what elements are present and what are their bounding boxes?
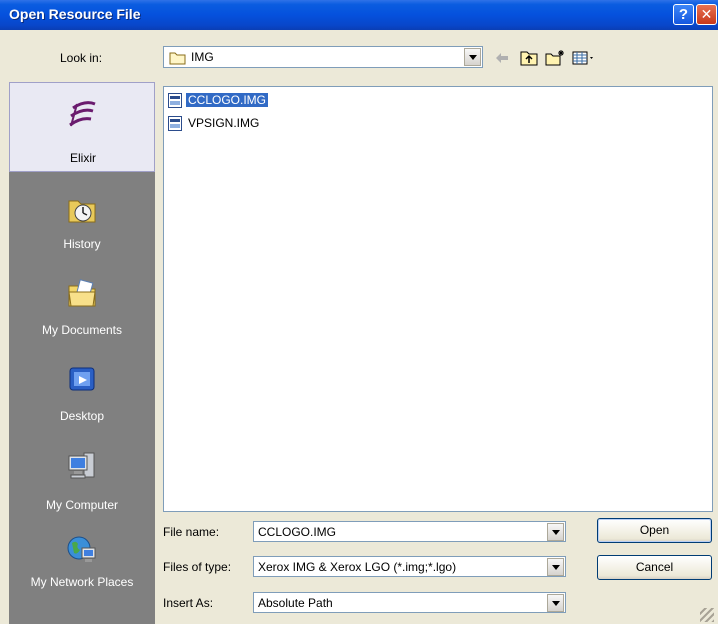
place-my-network-places[interactable]: My Network Places — [9, 528, 155, 618]
place-label: Desktop — [59, 409, 105, 423]
place-desktop[interactable]: Desktop — [9, 354, 155, 444]
history-icon — [68, 200, 96, 223]
back-arrow-icon[interactable] — [494, 50, 510, 66]
place-label: History — [63, 237, 101, 251]
dropdown-arrow-icon[interactable] — [464, 48, 481, 66]
file-name-value: CCLOGO.IMG — [258, 525, 337, 539]
place-my-computer[interactable]: My Computer — [9, 442, 155, 532]
my-computer-icon — [68, 452, 95, 479]
file-name: CCLOGO.IMG — [186, 93, 269, 107]
file-name-combo[interactable]: CCLOGO.IMG — [253, 521, 566, 542]
up-one-level-icon[interactable] — [520, 50, 538, 66]
insert-as-label: Insert As: — [163, 596, 214, 610]
views-menu-icon[interactable] — [572, 50, 596, 66]
place-history[interactable]: History — [9, 184, 155, 274]
files-of-type-label: Files of type: — [163, 560, 232, 574]
help-button[interactable]: ? — [673, 4, 694, 25]
place-label: Elixir — [70, 151, 96, 165]
files-of-type-dropdown[interactable]: Xerox IMG & Xerox LGO (*.img;*.lgo) — [253, 556, 566, 577]
title-bar[interactable]: Open Resource File ? ✕ — [0, 0, 718, 30]
dropdown-arrow-icon[interactable] — [547, 558, 564, 576]
place-label: My Computer — [45, 498, 119, 512]
place-elixir[interactable]: Elixir — [9, 82, 155, 172]
cancel-button[interactable]: Cancel — [597, 555, 712, 580]
dropdown-arrow-icon[interactable] — [547, 523, 564, 541]
elixir-logo-icon — [69, 101, 96, 127]
files-of-type-value: Xerox IMG & Xerox LGO (*.img;*.lgo) — [258, 560, 457, 574]
look-in-dropdown[interactable]: IMG — [163, 46, 483, 68]
resize-grip-icon[interactable] — [700, 608, 714, 622]
place-my-documents[interactable]: My Documents — [9, 268, 155, 358]
look-in-value: IMG — [191, 50, 214, 64]
close-button[interactable]: ✕ — [696, 4, 717, 25]
dropdown-arrow-icon[interactable] — [547, 594, 564, 612]
file-name: VPSIGN.IMG — [188, 116, 260, 130]
look-in-label: Look in: — [60, 51, 103, 65]
desktop-icon — [69, 367, 95, 391]
my-documents-icon — [68, 279, 96, 307]
insert-as-dropdown[interactable]: Absolute Path — [253, 592, 566, 613]
places-bar: Elixir History My Documents Desktop My C… — [9, 82, 155, 624]
network-places-icon — [67, 536, 96, 562]
new-folder-icon[interactable] — [545, 50, 565, 66]
window-title: Open Resource File — [9, 6, 141, 22]
folder-icon — [169, 52, 186, 65]
place-label: My Network Places — [30, 575, 134, 589]
image-file-icon — [168, 116, 182, 131]
place-label: My Documents — [41, 323, 123, 337]
file-list[interactable]: CCLOGO.IMG VPSIGN.IMG — [163, 86, 713, 512]
open-button[interactable]: Open — [597, 518, 712, 543]
image-file-icon — [168, 93, 182, 108]
open-resource-file-dialog: Open Resource File ? ✕ Look in: IMG Elix… — [0, 0, 718, 624]
insert-as-value: Absolute Path — [258, 596, 333, 610]
file-name-label: File name: — [163, 525, 220, 539]
